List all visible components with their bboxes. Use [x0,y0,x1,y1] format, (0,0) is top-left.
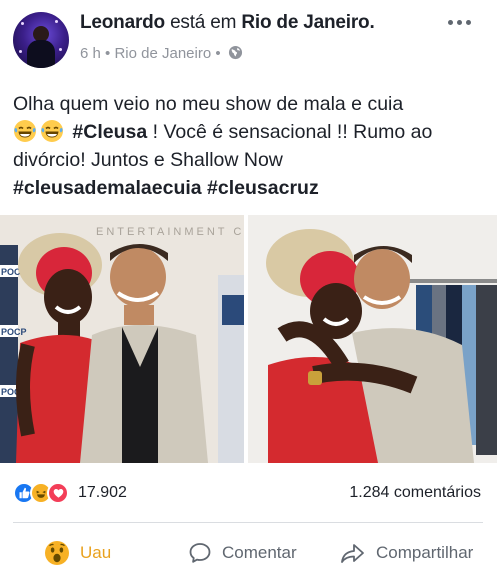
reactions-summary[interactable]: 17.902 [13,481,127,505]
comment-button[interactable]: Comentar [188,538,297,568]
laughing-tears-emoji-icon [41,120,63,142]
post-text: Olha quem veio no meu show de mala e cui… [13,90,488,202]
wow-label: Uau [80,543,112,562]
share-button[interactable]: Compartilhar [340,538,473,568]
post-meta: 6 h • Rio de Janeiro • [80,45,243,62]
status-verb: está em [170,12,237,33]
action-bar: Uau Comentar Compartilhar [0,532,497,576]
post-header: Leonardo está em Rio de Janeiro. 6 h • R… [0,0,497,80]
share-icon [341,544,364,563]
photo-left[interactable]: POCP POCP POCP ENTERTAINMENT CENTER [0,215,244,463]
meta-location[interactable]: Rio de Janeiro [114,45,211,62]
more-options-button[interactable] [444,12,474,32]
share-label: Compartilhar [376,543,474,562]
wow-reaction-button[interactable]: Uau [44,538,111,568]
facebook-post: Leonardo está em Rio de Janeiro. 6 h • R… [0,0,497,579]
hashtag-cleusacruz[interactable]: #cleusacruz [207,177,319,199]
backdrop-sign-2: POCP [1,327,27,337]
comment-icon [189,543,211,563]
post-text-line-1: Olha quem veio no meu show de mala e cui… [13,93,404,115]
hashtag-cleusa[interactable]: #Cleusa [72,121,147,143]
comment-label: Comentar [222,543,297,562]
love-icon [47,482,69,504]
globe-icon [228,45,242,60]
author-avatar[interactable] [13,12,69,68]
location-link[interactable]: Rio de Janeiro. [241,12,374,33]
wow-icon [45,541,69,565]
reaction-count: 17.902 [78,484,127,501]
comments-count-link[interactable]: 1.284 comentários [349,484,481,502]
backdrop-banner: ENTERTAINMENT CENTER [96,226,244,238]
author-name[interactable]: Leonardo [80,12,165,33]
photo-grid: POCP POCP POCP ENTERTAINMENT CENTER [0,215,497,463]
more-horizontal-icon [447,19,453,25]
photo-left-image: POCP POCP POCP ENTERTAINMENT CENTER [0,215,244,463]
divider [13,522,483,523]
laughing-tears-emoji-icon [14,120,36,142]
author-line: Leonardo está em Rio de Janeiro. [80,12,375,34]
hashtag-cleusademalaecuia[interactable]: #cleusademalaecuia [13,177,202,199]
photo-right-image [248,215,497,463]
photo-right[interactable] [248,215,497,463]
timestamp[interactable]: 6 h [80,45,101,62]
